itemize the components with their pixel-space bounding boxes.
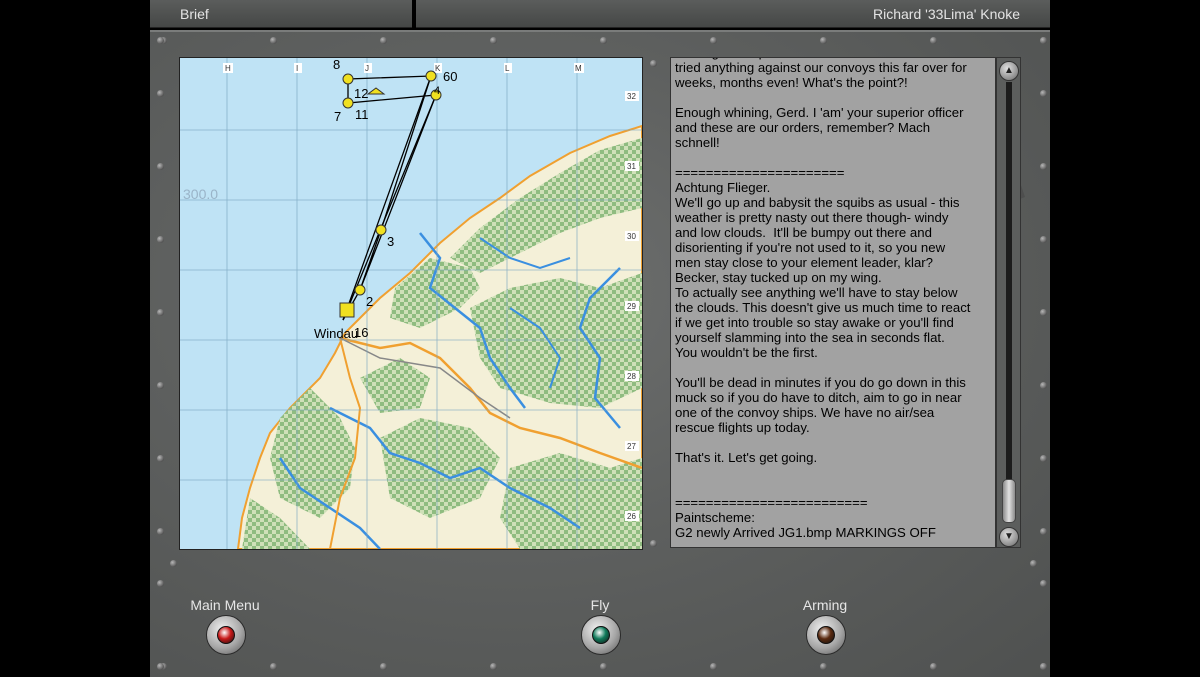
rivet [820, 37, 827, 44]
briefing-text: running these patrols? The Britishers ha… [675, 58, 971, 540]
rivet [157, 580, 164, 587]
window-title-left: Brief [150, 0, 412, 28]
grid-row-label: 30 [627, 232, 636, 241]
rivet [1040, 663, 1047, 670]
scroll-thumb[interactable] [1002, 479, 1016, 523]
main-menu-lamp-icon [217, 626, 235, 644]
rivet [170, 560, 177, 567]
grid-col-label: M [575, 64, 582, 73]
grid-col-label: J [365, 64, 369, 73]
rivet [1040, 455, 1047, 462]
arming-button[interactable] [806, 615, 846, 655]
grid-row-label: 26 [627, 512, 636, 521]
fly-button[interactable] [581, 615, 621, 655]
rivet [930, 663, 937, 670]
rivet [157, 309, 164, 316]
arming-lamp-icon [817, 626, 835, 644]
rivet [1040, 309, 1047, 316]
waypoint-label: 3 [387, 234, 394, 249]
altitude-label: 300.0 [183, 186, 218, 202]
rivet [600, 663, 607, 670]
rivet [820, 663, 827, 670]
rivet [1040, 528, 1047, 535]
waypoint-marker[interactable] [342, 97, 354, 109]
rivet [157, 236, 164, 243]
rivet [1040, 382, 1047, 389]
rivet [1030, 560, 1037, 567]
rivet [650, 540, 657, 547]
rivet [1040, 37, 1047, 44]
window-title-pilot: Richard '33Lima' Knoke [416, 0, 1050, 28]
rivet [157, 663, 164, 670]
rivet [650, 60, 657, 67]
rivet [1040, 236, 1047, 243]
rivet [270, 37, 277, 44]
grid-col-label: K [435, 64, 441, 73]
scroll-up-icon[interactable]: ▲ [999, 61, 1019, 81]
waypoint-label: 12 [354, 86, 368, 101]
town-label: Windau [314, 326, 358, 341]
grid-row-label: 31 [627, 162, 636, 171]
fly-lamp-icon [592, 626, 610, 644]
briefing-scrollbar[interactable]: ▲ ▼ [996, 57, 1021, 548]
rivet [1040, 580, 1047, 587]
rivet [710, 37, 717, 44]
waypoint-marker[interactable] [375, 224, 387, 236]
airfield-icon [339, 302, 355, 318]
waypoint-marker[interactable] [425, 70, 437, 82]
rivet [1040, 90, 1047, 97]
rivet [930, 37, 937, 44]
rivet [157, 528, 164, 535]
rivet [157, 37, 164, 44]
rivet [600, 37, 607, 44]
waypoint-label: 7 [334, 109, 341, 124]
rivet [490, 663, 497, 670]
fly-label: Fly [590, 597, 610, 613]
grid-row-label: 32 [627, 92, 636, 101]
rivet [710, 663, 717, 670]
grid-row-label: 28 [627, 372, 636, 381]
grid-row-label: 29 [627, 302, 636, 311]
rivet [157, 382, 164, 389]
rivet [157, 163, 164, 170]
waypoint-label: 60 [443, 69, 457, 84]
main-menu-button[interactable] [206, 615, 246, 655]
grid-col-label: I [296, 64, 298, 73]
main-menu-label: Main Menu [190, 597, 260, 613]
mission-map[interactable]: H I J K L M 32 31 30 29 28 27 26 300.0 2… [179, 57, 643, 550]
rivet [380, 37, 387, 44]
waypoint-marker[interactable] [342, 73, 354, 85]
waypoint-label: 11 [355, 107, 369, 122]
waypoint-label: 8 [333, 58, 340, 72]
scroll-down-icon[interactable]: ▼ [999, 527, 1019, 547]
rivet [270, 663, 277, 670]
waypoint-label: 4 [434, 85, 440, 97]
rivet [380, 663, 387, 670]
grid-col-label: L [505, 64, 510, 73]
rivet [157, 455, 164, 462]
rivet [1040, 163, 1047, 170]
scroll-track[interactable] [1006, 82, 1012, 522]
waypoint-marker[interactable] [354, 284, 366, 296]
grid-row-label: 27 [627, 442, 636, 451]
rivet [490, 37, 497, 44]
grid-col-label: H [225, 64, 231, 73]
arming-label: Arming [802, 597, 848, 613]
waypoint-label: 2 [366, 294, 373, 309]
rivet [157, 90, 164, 97]
briefing-text-box[interactable]: running these patrols? The Britishers ha… [670, 57, 996, 548]
